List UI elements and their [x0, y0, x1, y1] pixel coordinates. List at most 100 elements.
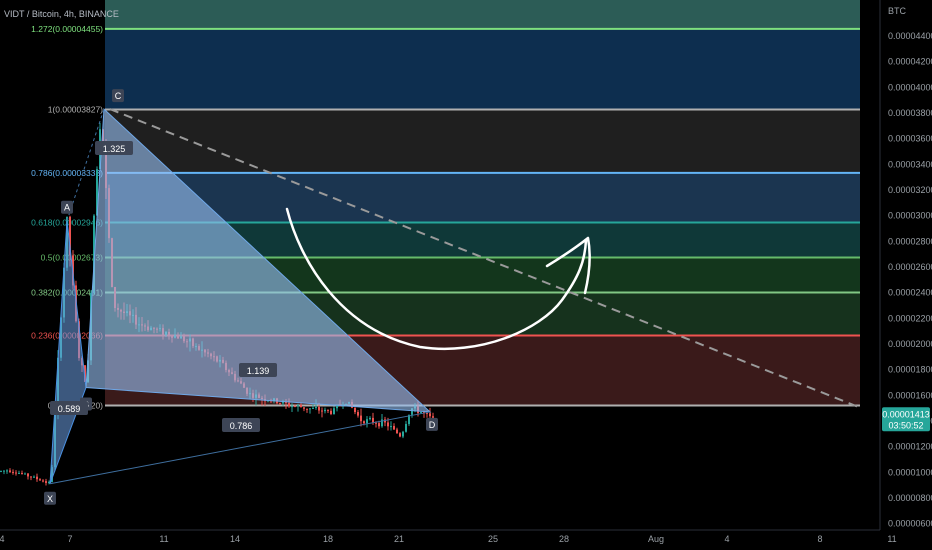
fib-label: 0.786(0.00003333): [31, 168, 103, 178]
candle-body: [432, 416, 434, 418]
candle-body: [333, 408, 335, 414]
candle-body: [282, 401, 284, 404]
time-tick: 8: [817, 534, 822, 544]
point-label-x: X: [47, 494, 53, 504]
fib-label: 1.272(0.00004455): [31, 24, 103, 34]
time-tick: Aug: [648, 534, 664, 544]
symbol-legend: VIDT / Bitcoin, 4h, BINANCE: [4, 9, 119, 19]
price-tick: 0.00002200: [888, 313, 932, 323]
price-tick: 0.00002600: [888, 262, 932, 272]
price-tick: 0.00003600: [888, 134, 932, 144]
candle-body: [45, 481, 47, 483]
price-tick: 0.00004400: [888, 31, 932, 41]
candle-body: [24, 473, 26, 475]
price-tick: 0.00003200: [888, 185, 932, 195]
candle-body: [294, 406, 296, 408]
point-label-d: D: [429, 420, 436, 430]
fib-zone: [105, 28, 860, 110]
price-tick: 0.00001600: [888, 390, 932, 400]
candle-body: [420, 412, 422, 414]
point-label-a: A: [64, 203, 70, 213]
candle-body: [3, 470, 5, 472]
price-axis-unit: BTC: [888, 6, 907, 16]
candle-body: [42, 480, 44, 482]
time-tick: 25: [488, 534, 498, 544]
candle-body: [36, 476, 38, 480]
countdown-value: 03:50:52: [888, 420, 923, 430]
candle-body: [300, 405, 302, 408]
price-tick: 0.00003400: [888, 159, 932, 169]
candle-body: [327, 409, 329, 411]
fib-zone-top: [105, 0, 860, 29]
ratio-label: 0.786: [230, 421, 253, 431]
candle-body: [369, 417, 371, 420]
candle-body: [12, 471, 14, 473]
candle-body: [321, 410, 323, 412]
candle-body: [360, 415, 362, 422]
time-tick: 7: [67, 534, 72, 544]
fib-zone: [105, 109, 860, 173]
candle-body: [372, 417, 374, 423]
current-price-box: 0.00001413 03:50:52: [882, 407, 930, 432]
candle-body: [279, 403, 281, 405]
candle-body: [366, 419, 368, 424]
candle-body: [393, 426, 395, 430]
candle-body: [399, 433, 401, 437]
price-tick: 0.00002400: [888, 288, 932, 298]
candle-body: [15, 472, 17, 474]
candle-body: [324, 409, 326, 412]
time-tick: 14: [230, 534, 240, 544]
candle-body: [429, 413, 431, 417]
price-tick: 0.00003000: [888, 211, 932, 221]
candle-body: [297, 405, 299, 407]
candle-body: [309, 408, 311, 410]
time-tick: 11: [159, 534, 168, 544]
candle-body: [21, 473, 23, 475]
candle-body: [390, 426, 392, 428]
fib-label: 1(0.00003827): [48, 104, 103, 114]
time-tick: 4: [0, 534, 5, 544]
candle-body: [387, 422, 389, 427]
candle-body: [318, 407, 320, 411]
candle-body: [312, 407, 314, 409]
candle-body: [357, 412, 359, 416]
time-tick: 18: [323, 534, 333, 544]
candle-body: [330, 410, 332, 414]
candle-body: [315, 407, 317, 409]
current-price-value: 0.00001413: [882, 409, 930, 419]
candle-body: [303, 407, 305, 409]
time-axis[interactable]: 4 7 11 14 18 21 25 28 Aug 4 8 11: [0, 534, 897, 544]
candle-body: [288, 402, 290, 407]
price-axis[interactable]: 0.00004400 0.00004200 0.00004000 0.00003800…: [888, 31, 932, 529]
ratio-label: 1.325: [103, 144, 126, 154]
candle-body: [33, 476, 35, 478]
price-tick: 0.00000800: [888, 493, 932, 503]
candle-body: [39, 479, 41, 481]
candle-body: [27, 473, 29, 477]
price-tick: 0.00001200: [888, 442, 932, 452]
time-tick: 4: [724, 534, 729, 544]
price-tick: 0.00002800: [888, 236, 932, 246]
time-tick: 11: [887, 534, 896, 544]
chart-svg[interactable]: 1.272(0.00004455) 1(0.00003827) 0.786(0.00…: [0, 0, 932, 550]
time-tick: 28: [559, 534, 569, 544]
candle-body: [354, 407, 356, 413]
price-tick: 0.00002000: [888, 339, 932, 349]
candle-body: [402, 431, 404, 437]
ratio-label: 1.139: [247, 366, 270, 376]
time-tick: 21: [394, 534, 404, 544]
candle-body: [306, 408, 308, 410]
candle-body: [9, 470, 11, 472]
price-tick: 0.00000600: [888, 519, 932, 529]
price-tick: 0.00004000: [888, 82, 932, 92]
price-tick: 0.00001000: [888, 467, 932, 477]
price-tick: 0.00001800: [888, 365, 932, 375]
price-tick: 0.00004200: [888, 57, 932, 67]
candle-body: [396, 429, 398, 434]
price-tick: 0.00003800: [888, 108, 932, 118]
candle-body: [0, 470, 2, 472]
candle-body: [375, 422, 377, 424]
point-label-c: C: [115, 91, 122, 101]
candle-body: [18, 473, 20, 475]
candle-body: [291, 406, 293, 408]
